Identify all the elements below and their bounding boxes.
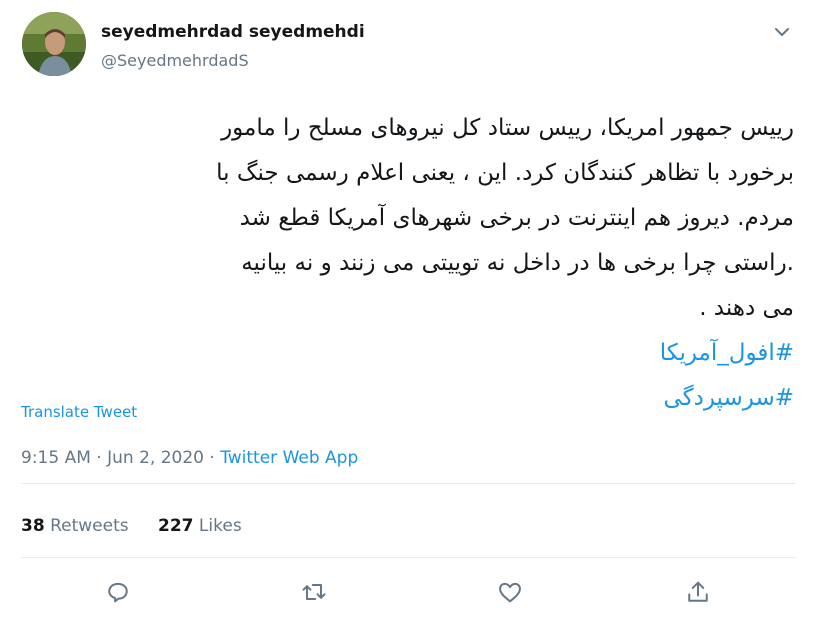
divider [21, 483, 796, 484]
likes-label: Likes [198, 516, 242, 536]
likes-stat[interactable]: 227 Likes [158, 516, 242, 536]
chevron-down-icon[interactable] [772, 22, 792, 42]
tweet-text: رییس جمهور امریکا، رییس ستاد کل نیروهای … [24, 106, 794, 421]
tweet-line: رییس جمهور امریکا، رییس ستاد کل نیروهای … [221, 115, 794, 141]
like-icon[interactable] [496, 578, 524, 606]
retweets-count: 38 [21, 516, 45, 536]
tweet-line: می دهند . [699, 295, 794, 321]
likes-count: 227 [158, 516, 194, 536]
source-app-link[interactable]: Twitter Web App [220, 448, 358, 468]
tweet-meta: 9:15 AM · Jun 2, 2020 · Twitter Web App [21, 448, 358, 468]
share-icon[interactable] [684, 578, 712, 606]
divider [21, 557, 796, 558]
tweet-line: برخورد با تظاهر کنندگان کرد. این ، یعنی … [216, 160, 794, 186]
retweets-label: Retweets [50, 516, 129, 536]
tweet-line: .راستی چرا برخی ها در داخل نه توییتی می … [241, 250, 794, 276]
retweet-icon[interactable] [300, 578, 328, 606]
user-handle[interactable]: @SeyedmehrdadS [101, 51, 249, 70]
meta-separator: · [209, 448, 215, 468]
hashtag-link[interactable]: #افول_آمریکا [24, 331, 794, 376]
tweet-stats: 38 Retweets 227 Likes [21, 516, 266, 536]
hashtag-link[interactable]: #سرسپردگی [24, 376, 795, 421]
reply-icon[interactable] [104, 578, 132, 606]
retweets-stat[interactable]: 38 Retweets [21, 516, 129, 536]
translate-tweet-link[interactable]: Translate Tweet [21, 403, 137, 421]
tweet-time[interactable]: 9:15 AM [21, 448, 91, 468]
tweet-date[interactable]: Jun 2, 2020 [107, 448, 204, 468]
avatar-photo-icon [22, 12, 86, 76]
tweet-line: مردم. دیروز هم اینترنت در برخی شهرهای آم… [239, 205, 794, 231]
meta-separator: · [96, 448, 102, 468]
display-name[interactable]: seyedmehrdad seyedmehdi [101, 22, 365, 42]
avatar[interactable] [22, 12, 86, 76]
